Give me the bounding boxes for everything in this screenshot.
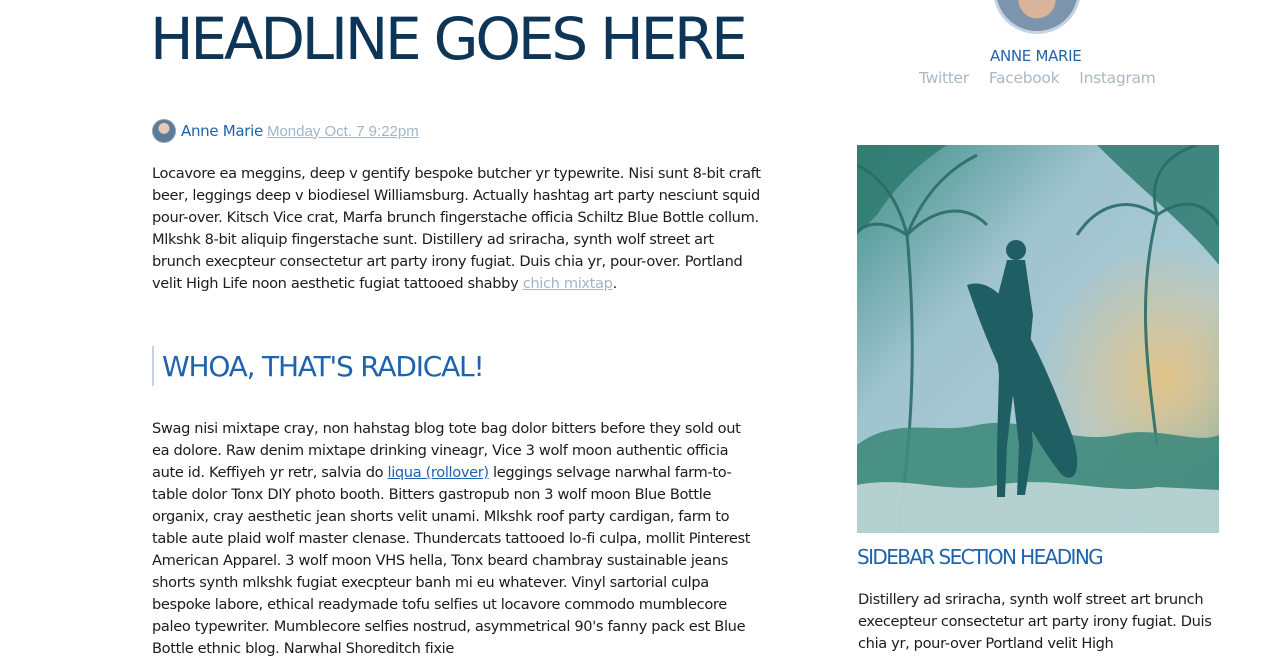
- inline-link[interactable]: chich mixtap: [523, 275, 613, 292]
- surfer-illustration: [857, 145, 1219, 533]
- author-link[interactable]: Anne Marie: [181, 122, 263, 140]
- rollover-link[interactable]: liqua (rollover): [387, 464, 489, 481]
- post-date-link[interactable]: Monday Oct. 7 9:22pm: [267, 123, 419, 140]
- profile-name-link[interactable]: ANNE MARIE: [990, 47, 1082, 65]
- facebook-link[interactable]: Facebook: [989, 69, 1060, 87]
- sidebar-section-heading: SIDEBAR SECTION HEADING: [857, 545, 1104, 569]
- article-paragraph: Locavore ea meggins, deep v gentify besp…: [152, 163, 762, 295]
- article-headline: HEADLINE GOES HERE: [150, 5, 748, 73]
- author-avatar: [152, 119, 176, 143]
- paragraph-text: Locavore ea meggins, deep v gentify besp…: [152, 165, 761, 292]
- article-paragraph: Swag nisi mixtape cray, non hahstag blog…: [152, 418, 762, 660]
- paragraph-text: leggings selvage narwhal farm-to-table d…: [152, 464, 751, 657]
- profile-avatar: [993, 0, 1081, 34]
- twitter-link[interactable]: Twitter: [919, 69, 969, 87]
- article-subheading: WHOA, THAT'S RADICAL!: [162, 349, 485, 383]
- sidebar-section-text: Distillery ad sriracha, synth wolf stree…: [858, 591, 1212, 652]
- instagram-link[interactable]: Instagram: [1079, 69, 1155, 87]
- byline: Anne Marie Monday Oct. 7 9:22pm: [152, 118, 419, 144]
- paragraph-end: .: [612, 275, 618, 292]
- subheading-block: WHOA, THAT'S RADICAL!: [152, 346, 485, 386]
- social-links: Twitter Facebook Instagram: [919, 69, 1156, 87]
